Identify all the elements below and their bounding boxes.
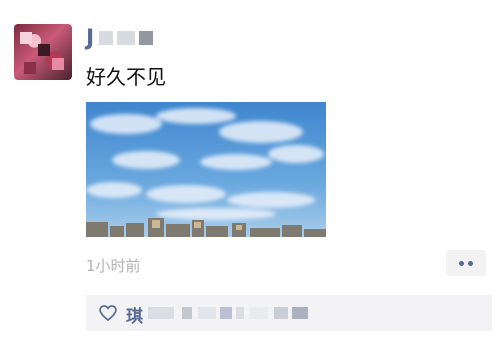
avatar-pixel (24, 62, 36, 74)
liker-blur (198, 307, 216, 319)
username-blur (139, 31, 154, 45)
liker-blur (250, 307, 268, 319)
post-text: 好久不见 (86, 65, 166, 89)
likes-panel: 琪 (86, 295, 492, 331)
avatar[interactable] (14, 24, 72, 80)
username-blur (117, 31, 136, 45)
post-photo[interactable] (86, 102, 326, 237)
more-actions-button[interactable] (446, 250, 486, 276)
post-timestamp: 1小时前 (86, 257, 141, 275)
username-text: J (86, 25, 96, 51)
liker-blur (292, 307, 308, 319)
heart-outline-icon (99, 305, 117, 322)
liker-blur (148, 307, 174, 319)
moments-post: J 好久不见 1小时前 琪 (0, 0, 500, 346)
liker-blur (220, 307, 232, 319)
liker-blur (236, 307, 244, 319)
avatar-pixel (20, 32, 32, 44)
liker-blur (182, 307, 192, 319)
liker-name[interactable]: 琪 (126, 302, 143, 327)
more-dots-icon (468, 260, 473, 266)
sky-photo (86, 102, 326, 237)
more-dots-icon (459, 260, 464, 266)
username-blur (99, 31, 114, 45)
liker-blur (274, 307, 288, 319)
avatar-pixel (38, 44, 50, 56)
avatar-pixel (52, 58, 64, 70)
post-username[interactable]: J (86, 25, 154, 51)
